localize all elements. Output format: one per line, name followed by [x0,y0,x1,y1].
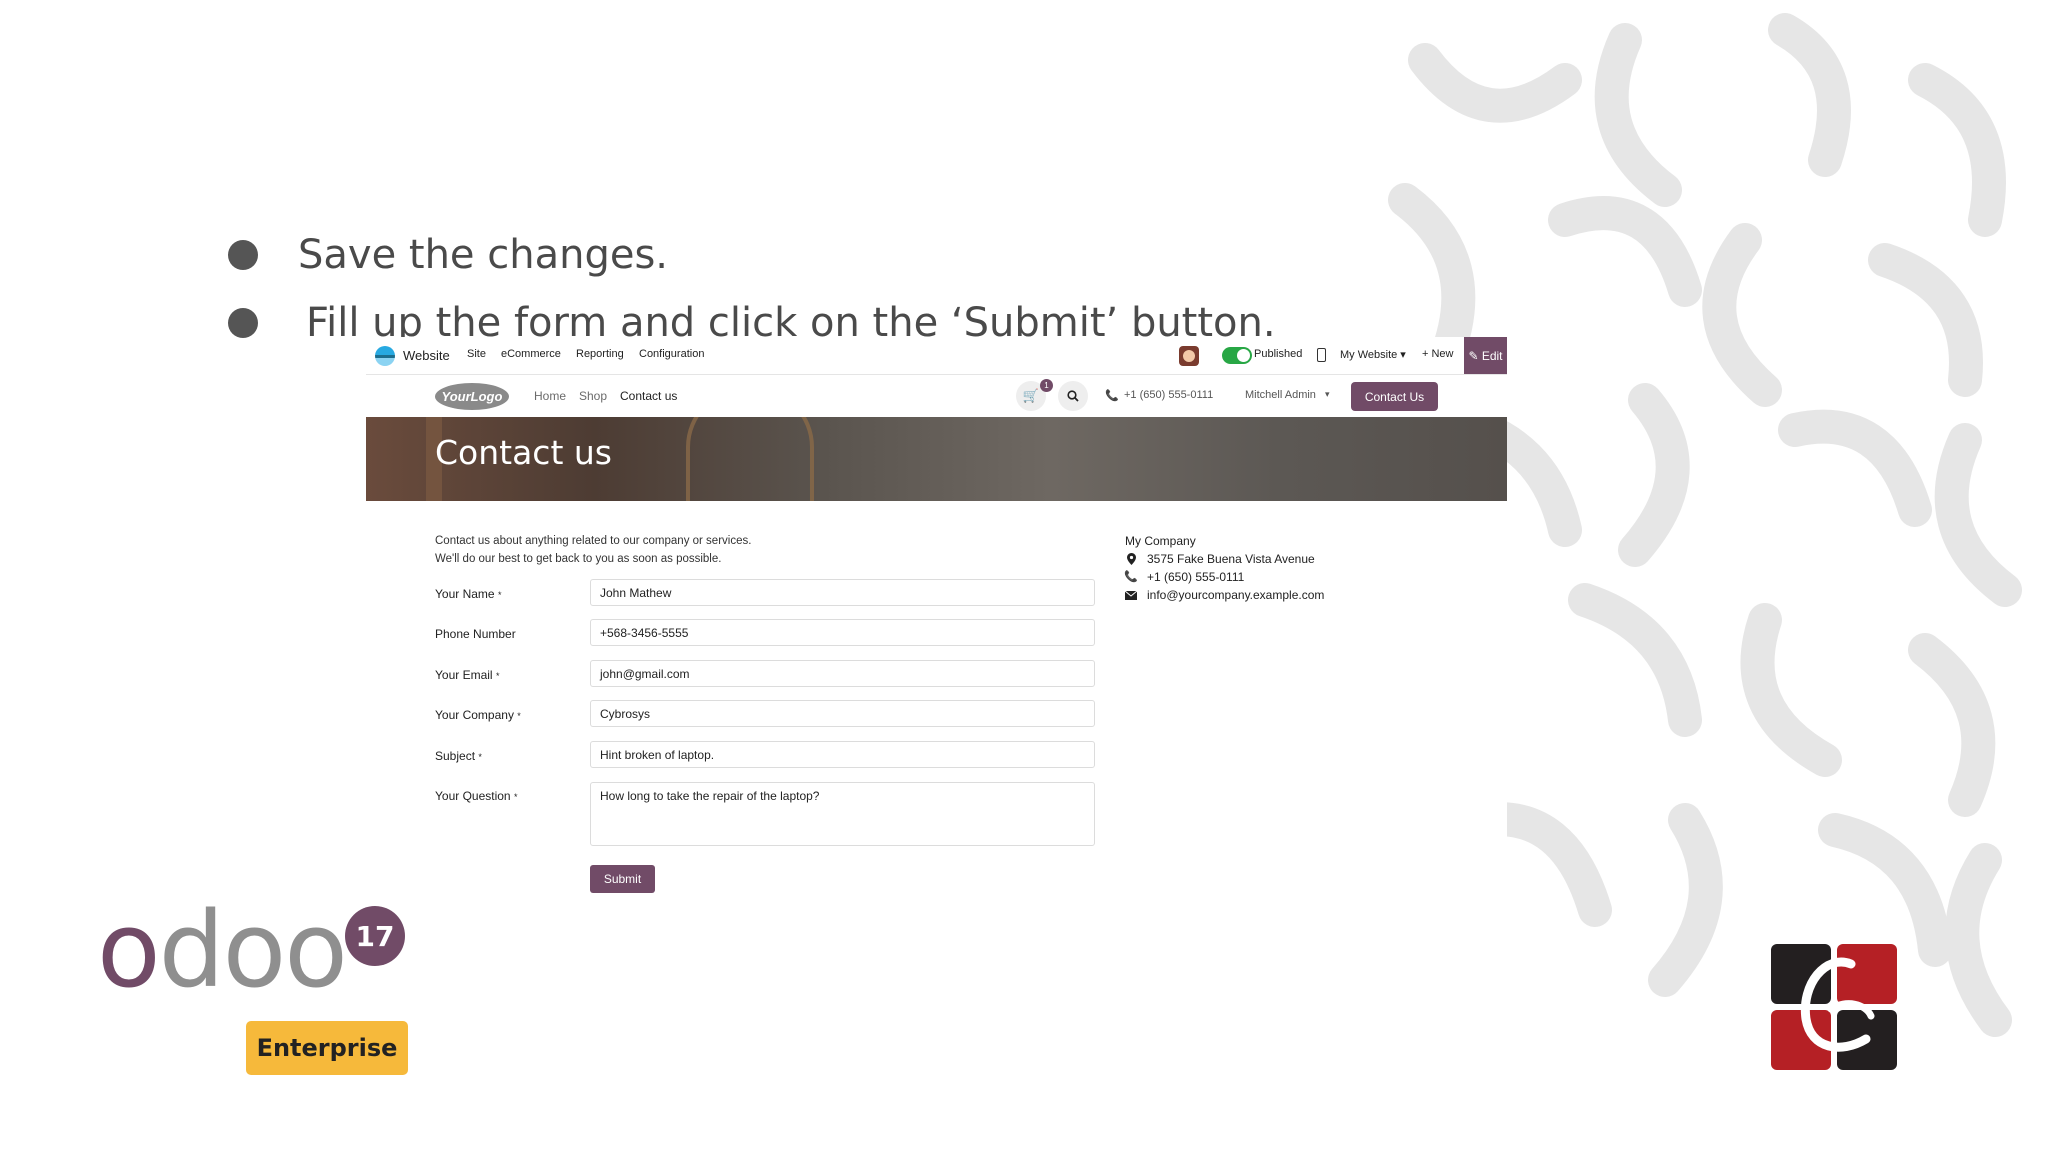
header-phone[interactable]: +1 (650) 555-0111 [1124,389,1213,401]
odoo-wordmark: odoo [97,889,348,1011]
site-logo[interactable]: YourLogo [435,383,509,410]
nav-shop[interactable]: Shop [579,389,607,403]
hero-background-detail [686,417,814,501]
menu-reporting[interactable]: Reporting [576,348,624,360]
chevron-down-icon: ▾ [1325,389,1330,399]
map-marker-icon [1125,553,1137,565]
mobile-preview-icon[interactable] [1317,348,1326,362]
phone-icon: 📞 [1105,390,1119,402]
menu-website[interactable]: Website [403,348,450,363]
enterprise-badge: Enterprise [246,1021,408,1075]
search-button[interactable] [1058,381,1088,411]
new-button[interactable]: + New [1422,348,1454,360]
intro-line: We'll do our best to get back to you as … [435,553,722,565]
website-app-icon[interactable] [375,346,395,366]
label-subject: Subject * [435,749,482,763]
company-address-row: 3575 Fake Buena Vista Avenue [1125,550,1324,568]
version-badge: 17 [345,906,405,966]
company-info: My Company 3575 Fake Buena Vista Avenue … [1124,532,1324,604]
company-input[interactable]: Cybrosys [590,700,1095,727]
cart-count-badge: 1 [1040,379,1053,392]
published-label: Published [1254,348,1303,360]
subject-input[interactable]: Hint broken of laptop. [590,741,1095,768]
label-name: Your Name * [435,587,502,601]
name-input[interactable]: John Mathew [590,579,1095,606]
nav-home[interactable]: Home [534,389,566,403]
question-textarea[interactable]: How long to take the repair of the lapto… [590,782,1095,846]
form-intro: Contact us about anything related to our… [435,532,751,568]
bullet-text: Save the changes. [298,232,669,278]
label-phone: Phone Number [435,627,516,641]
page-title: Contact us [435,433,612,472]
phone-input[interactable]: +568-3456-5555 [590,619,1095,646]
menu-ecommerce[interactable]: eCommerce [501,348,561,360]
phone-icon: 📞 [1124,571,1138,583]
odoo-website-screenshot: Website Site eCommerce Reporting Configu… [366,337,1507,897]
edit-button[interactable]: ✎ Edit [1464,337,1507,374]
company-phone-row: 📞 +1 (650) 555-0111 [1124,568,1324,586]
label-email: Your Email * [435,668,500,682]
admin-top-bar: Website Site eCommerce Reporting Configu… [366,337,1507,375]
company-email-row: info@yourcompany.example.com [1125,586,1324,604]
submit-button[interactable]: Submit [590,865,655,893]
website-selector[interactable]: My Website ▾ [1340,348,1406,361]
menu-configuration[interactable]: Configuration [639,348,704,360]
company-name: My Company [1125,534,1196,548]
published-toggle[interactable] [1222,347,1252,364]
bullet-dot [228,308,258,338]
bullet-dot [228,240,258,270]
email-input[interactable]: john@gmail.com [590,660,1095,687]
site-navbar: YourLogo Home Shop Contact us 🛒 1 📞 +1 (… [366,375,1507,417]
company-email[interactable]: info@yourcompany.example.com [1147,586,1324,604]
search-icon [1067,390,1079,402]
hero-banner: Contact us [366,417,1507,501]
envelope-icon [1125,589,1137,601]
label-company: Your Company * [435,708,521,722]
user-avatar[interactable] [1179,346,1199,366]
label-question: Your Question * [435,789,518,803]
company-phone[interactable]: +1 (650) 555-0111 [1147,568,1244,586]
bullet-save-changes: Save the changes. [228,232,668,278]
contact-us-button[interactable]: Contact Us [1351,382,1438,411]
intro-line: Contact us about anything related to our… [435,535,752,547]
company-address: 3575 Fake Buena Vista Avenue [1147,552,1315,566]
cart-icon: 🛒 [1022,388,1040,403]
user-menu[interactable]: Mitchell Admin [1245,389,1316,401]
menu-site[interactable]: Site [467,348,486,360]
cybrosys-logo [1771,944,1897,1070]
nav-contact-us[interactable]: Contact us [620,389,677,403]
